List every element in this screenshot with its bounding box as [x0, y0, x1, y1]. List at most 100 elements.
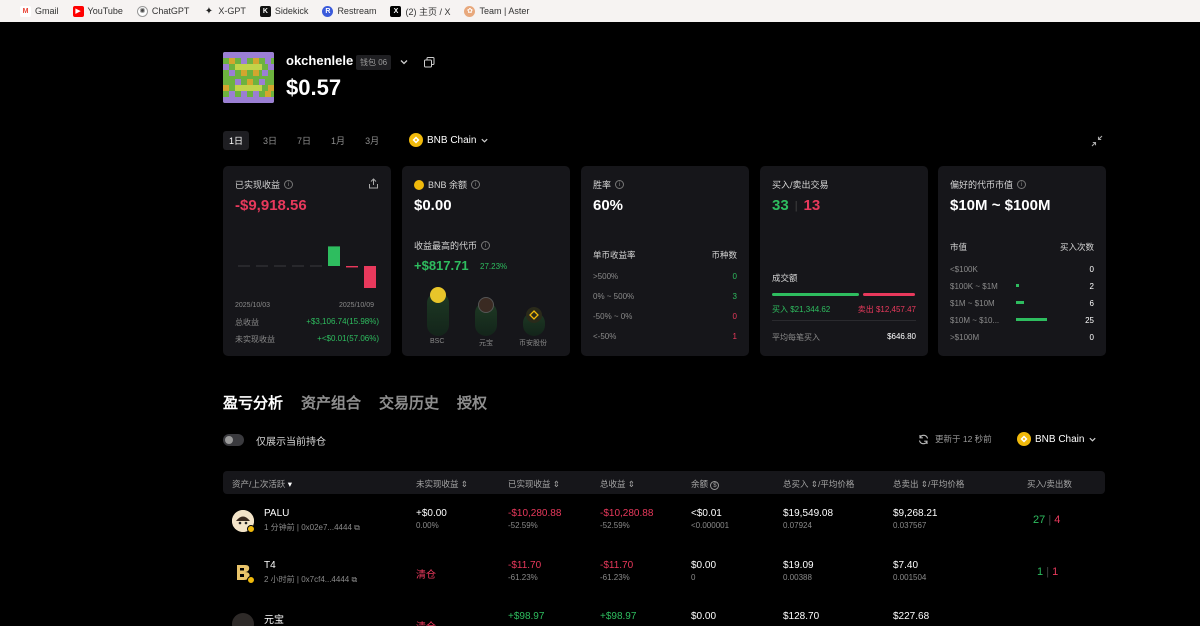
win-rate-row-count: 3 [732, 292, 737, 301]
gmail-icon: M [20, 5, 31, 17]
chain-selector[interactable]: BNB Chain [409, 133, 489, 147]
chevron-down-icon [1089, 437, 1097, 442]
col-unrealized[interactable]: 未实现收益 ⇕ [416, 478, 468, 490]
bookmark-x-gpt[interactable]: ✦ X-GPT [203, 6, 246, 17]
mcap-row-count: 25 [1085, 316, 1094, 325]
total-pnl: -$11.70 [600, 560, 634, 571]
period-tab-3d[interactable]: 3日 [257, 131, 283, 150]
mcap-row-label: $1M ~ $10M [950, 299, 995, 308]
refresh-status[interactable]: 更新于 12 秒前 [918, 433, 992, 445]
table-row[interactable]: T4 2 小时前 | 0x7cf4...4444 ⧉ 清仓 -$11.70 -6… [223, 548, 1105, 600]
avg-sell-price: 0.001504 [893, 573, 927, 582]
token-name[interactable]: PALU [264, 508, 289, 519]
pnl-bar [274, 265, 286, 267]
sidekick-icon: K [259, 5, 271, 17]
updated-label: 更新于 12 秒前 [935, 434, 992, 444]
info-icon[interactable]: i [471, 180, 481, 189]
col-total[interactable]: 总收益 ⇕ [600, 478, 635, 490]
sort-icon: ⇕ [460, 479, 469, 489]
wallet-dropdown[interactable] [399, 54, 409, 72]
copy-icon[interactable]: ⧉ [354, 523, 360, 532]
period-tab-1d[interactable]: 1日 [223, 131, 250, 150]
mcap-title: 偏好的代币市值 [950, 180, 1014, 190]
col-balance[interactable]: 余额 $ [691, 478, 720, 490]
sell-count: 13 [803, 197, 821, 214]
table-row[interactable]: 元宝 清仓 +$98.97 +$98.97 $0.00 $128.70 $227… [223, 600, 1105, 626]
mcap-row-label: <$100K [950, 265, 978, 274]
info-icon[interactable]: i [615, 180, 625, 189]
period-tab-7d[interactable]: 7日 [291, 131, 317, 150]
holdings-only-toggle[interactable] [223, 434, 244, 446]
avg-buy-price: 0.00388 [783, 573, 812, 582]
tab-approvals[interactable]: 授权 [457, 392, 487, 413]
tab-trade-history[interactable]: 交易历史 [379, 392, 439, 413]
realized-pct: -52.59% [508, 521, 538, 530]
token-name[interactable]: 元宝 [264, 611, 284, 626]
copy-icon [424, 57, 435, 68]
refresh-icon [918, 434, 929, 444]
wallet-tag: 钱包 06 [356, 55, 392, 70]
info-icon[interactable]: i [481, 241, 491, 250]
total-pct: -52.59% [600, 521, 630, 530]
win-rate-row-count: 1 [732, 332, 737, 341]
total-pnl: +$98.97 [600, 611, 637, 622]
buy-volume: 买入 $21,344.62 [772, 305, 831, 314]
mcap-col1: 市值 [950, 242, 968, 252]
bookmark-aster[interactable]: ✿ Team | Aster [464, 5, 529, 17]
bnb-icon [414, 179, 424, 190]
pnl-bar [238, 265, 250, 267]
sell-volume: 卖出 $12,457.47 [857, 305, 916, 314]
win-rate-row-count: 0 [732, 312, 737, 321]
tab-pnl-analysis[interactable]: 盈亏分析 [223, 392, 283, 413]
bookmark-sidekick[interactable]: K Sidekick [259, 5, 308, 17]
col-buy-sell-count: 买入/卖出数 [1027, 479, 1072, 489]
aster-icon: ✿ [464, 5, 476, 17]
info-icon[interactable]: i [284, 180, 294, 189]
token-name[interactable]: T4 [264, 560, 276, 571]
col-total-bought[interactable]: 总买入 ⇕/平均价格 [783, 478, 854, 490]
currency-toggle-icon[interactable]: $ [710, 481, 720, 490]
bookmark-x-home[interactable]: X (2) 主页 / X [390, 5, 450, 18]
token-label-yuanbao: 元宝 [479, 340, 493, 347]
mcap-row-count: 6 [1089, 299, 1094, 308]
col-asset[interactable]: 资产/上次活跃 ▾ [232, 478, 292, 490]
yuanbao-token-icon [478, 297, 494, 313]
period-tabs: 1日 3日 7日 1月 3月 [223, 131, 385, 150]
tab-portfolio[interactable]: 资产组合 [301, 392, 361, 413]
avg-sell-price: 0.037567 [893, 521, 927, 530]
sort-icon: ⇕ [810, 479, 819, 489]
realized-pnl: -$10,280.88 [508, 508, 562, 519]
period-tab-3m[interactable]: 3月 [359, 131, 385, 150]
chart-date-end: 2025/10/09 [339, 302, 375, 309]
mcap-value: $10M ~ $100M [950, 197, 1051, 214]
trades-card: 买入/卖出交易 33 | 13 成交额 买入 $21,344.62 卖出 $12… [760, 166, 928, 356]
token-label-bsc: BSC [430, 338, 445, 345]
share-icon[interactable] [368, 178, 379, 189]
bookmark-restream[interactable]: R Restream [322, 5, 376, 17]
mcap-bar [1016, 318, 1047, 321]
copy-icon[interactable]: ⧉ [351, 575, 357, 584]
col-realized[interactable]: 已实现收益 ⇕ [508, 478, 560, 490]
win-rate-col1: 单币收益率 [593, 250, 636, 260]
mcap-col2: 买入次数 [1059, 242, 1094, 252]
copy-address-button[interactable] [424, 55, 435, 68]
info-icon[interactable]: i [1017, 180, 1027, 189]
win-rate-value: 60% [593, 197, 624, 214]
realized-pnl-card: 已实现收益 i -$9,918.56 2025/10/03 2025/10/09 … [223, 166, 391, 356]
volume-label: 成交额 [772, 273, 798, 283]
total-pnl: -$10,280.88 [600, 508, 654, 519]
bookmark-gmail[interactable]: M Gmail [20, 5, 59, 17]
total-sold: $9,268.21 [893, 508, 938, 519]
bookmark-chatgpt[interactable]: ✺ ChatGPT [136, 5, 189, 17]
period-tab-1m[interactable]: 1月 [325, 131, 351, 150]
table-row[interactable]: PALU 1 分钟前 | 0x02e7...4444 ⧉ +$0.00 0.00… [223, 496, 1105, 548]
bookmark-youtube[interactable]: ▶ YouTube [72, 5, 123, 17]
col-total-sold[interactable]: 总卖出 ⇕/平均价格 [893, 478, 964, 490]
mcap-preference-card: 偏好的代币市值 i $10M ~ $100M 市值 买入次数 <$100K 0 $… [938, 166, 1106, 356]
section-tabs: 盈亏分析 资产组合 交易历史 授权 [223, 392, 487, 413]
collapse-button[interactable] [1091, 134, 1103, 147]
chevron-down-icon [400, 60, 408, 65]
unrealized-pnl: +$0.00 [416, 508, 447, 519]
table-chain-selector[interactable]: BNB Chain [1017, 432, 1097, 446]
top-token-value: +$817.71 [414, 258, 469, 273]
